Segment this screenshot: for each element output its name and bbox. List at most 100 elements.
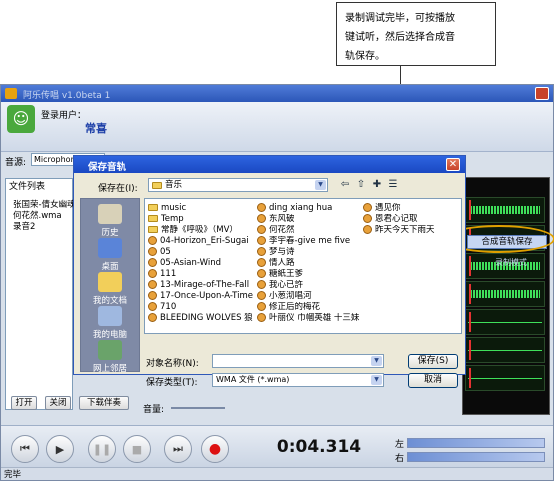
audio-file-icon	[257, 247, 266, 256]
file-item-name: 李宇春-give me five	[269, 236, 351, 246]
file-item-name: 昨天今天下雨天	[375, 225, 435, 235]
cancel-button[interactable]: 取消	[408, 373, 458, 388]
save-track-dialog: 保存音轨 ✕ 保存在(I): 音乐 ▼ ⇦ ⇧ ✚ ☰ 历史 桌面 我的文档 我…	[73, 155, 466, 388]
window-title: 阿乐传唱 v1.0beta 1	[23, 91, 111, 101]
main-toolbar: ☺ 登录用户： 常喜	[1, 102, 553, 152]
place-my-computer[interactable]: 我的电脑	[82, 306, 138, 340]
file-item[interactable]: 糖紙王爹	[257, 269, 362, 280]
file-item[interactable]: 05-Asian-Wind	[148, 258, 253, 269]
audio-file-icon	[257, 203, 266, 212]
file-item[interactable]: music	[148, 203, 253, 214]
audio-file-icon	[257, 280, 266, 289]
new-folder-icon[interactable]: ✚	[370, 179, 384, 191]
audio-file-icon	[257, 291, 266, 300]
file-item[interactable]: 04-Horizon_Eri-Sugai	[148, 236, 253, 247]
pause-button[interactable]: ❚❚	[88, 435, 116, 463]
play-button[interactable]: ▶	[46, 435, 74, 463]
chevron-down-icon: ▼	[371, 356, 382, 366]
download-accompaniment-button[interactable]: 下载伴奏	[79, 396, 129, 410]
file-item[interactable]: ding xiang hua	[257, 203, 362, 214]
back-icon[interactable]: ⇦	[338, 179, 352, 191]
filetype-select[interactable]: WMA 文件 (*.wma) ▼	[212, 373, 384, 387]
window-close-button[interactable]	[535, 87, 549, 100]
audio-file-icon	[363, 203, 372, 212]
file-item[interactable]: 遇见你	[363, 203, 459, 214]
record-button[interactable]: ●	[201, 435, 229, 463]
file-item-name: Temp	[161, 214, 184, 224]
file-item[interactable]: 情人路	[257, 258, 362, 269]
chevron-down-icon: ▼	[371, 375, 382, 385]
audio-file-icon	[148, 236, 157, 245]
volume-slider[interactable]	[171, 407, 225, 409]
place-history[interactable]: 历史	[82, 204, 138, 238]
file-list-item[interactable]: 录音2	[13, 220, 73, 232]
place-desktop[interactable]: 桌面	[82, 238, 138, 272]
file-item[interactable]: 我心已許	[257, 280, 362, 291]
file-item[interactable]: 昨天今天下雨天	[363, 225, 459, 236]
file-column: ding xiang hua 东风破 何花然 李宇春-give me five 梦与诗情…	[257, 203, 362, 324]
audio-file-icon	[148, 280, 157, 289]
file-item-name: ding xiang hua	[269, 203, 333, 213]
file-item[interactable]: Temp	[148, 214, 253, 225]
file-item[interactable]: 常静《呼吸》（MV）	[148, 225, 253, 236]
file-item-name: 叶丽仪 巾幗英雄 十三妹	[269, 313, 360, 323]
file-item-name: 05-Asian-Wind	[160, 258, 221, 268]
audio-file-icon	[257, 313, 266, 322]
status-bar: 完毕	[1, 467, 553, 480]
file-item[interactable]: 修正后的梅花	[257, 302, 362, 313]
app-icon	[5, 88, 17, 99]
callout-pointer	[400, 66, 401, 86]
dialog-close-button[interactable]: ✕	[446, 158, 460, 171]
audio-track[interactable]	[465, 197, 545, 223]
view-menu-icon[interactable]: ☰	[386, 179, 400, 191]
file-item[interactable]: 李宇春-give me five	[257, 236, 362, 247]
filename-label: 对象名称(N):	[146, 359, 199, 369]
audio-file-icon	[257, 236, 266, 245]
left-level-meter	[407, 438, 545, 448]
close-file-button[interactable]: 关闭	[45, 396, 71, 410]
file-item[interactable]: 13-Mirage-of-The-Fall	[148, 280, 253, 291]
skip-back-button[interactable]: ⏮	[11, 435, 39, 463]
file-item[interactable]: BLEEDING WOLVES 狼	[148, 313, 253, 324]
file-item-name: 遇见你	[375, 203, 401, 213]
up-folder-icon[interactable]: ⇧	[354, 179, 368, 191]
file-item[interactable]: 恩君心记取	[363, 214, 459, 225]
filename-input[interactable]: ▼	[212, 354, 384, 368]
place-network[interactable]: 网上邻居	[82, 340, 138, 374]
audio-track[interactable]	[465, 281, 545, 307]
place-my-documents[interactable]: 我的文档	[82, 272, 138, 306]
file-item[interactable]: 710	[148, 302, 253, 313]
file-item[interactable]: 何花然	[257, 225, 362, 236]
file-item[interactable]: 梦与诗	[257, 247, 362, 258]
file-column: 遇见你 恩君心记取 昨天今天下雨天	[363, 203, 459, 236]
file-item-name: 何花然	[269, 225, 295, 235]
audio-file-icon	[257, 302, 266, 311]
file-item[interactable]: 小葱沏唱河	[257, 291, 362, 302]
file-item[interactable]: 东风破	[257, 214, 362, 225]
stop-button[interactable]: ■	[123, 435, 151, 463]
callout-line-3: 轨保存。	[345, 51, 385, 62]
record-mode-tab[interactable]: 录制模式	[479, 257, 543, 267]
file-item[interactable]: 111	[148, 269, 253, 280]
folder-icon	[152, 182, 162, 189]
save-in-select[interactable]: 音乐 ▼	[148, 178, 328, 192]
open-button[interactable]: 打开	[11, 396, 37, 410]
dialog-title: 保存音轨	[88, 162, 127, 173]
file-item-name: 13-Mirage-of-The-Fall	[160, 280, 250, 290]
audio-track[interactable]	[465, 337, 545, 363]
file-item[interactable]: 叶丽仪 巾幗英雄 十三妹	[257, 313, 362, 324]
file-item[interactable]: 05	[148, 247, 253, 258]
audio-file-icon	[148, 291, 157, 300]
audio-track[interactable]	[465, 365, 545, 391]
file-item-name: BLEEDING WOLVES 狼	[160, 313, 253, 323]
audio-track[interactable]	[465, 309, 545, 335]
time-display: 0:04.314	[276, 437, 362, 457]
save-button[interactable]: 保存(S)	[408, 354, 458, 369]
audio-file-icon	[257, 214, 266, 223]
skip-forward-button[interactable]: ⏭	[164, 435, 192, 463]
file-item[interactable]: 17-Once-Upon-A-Time	[148, 291, 253, 302]
title-bar: 阿乐传唱 v1.0beta 1	[1, 85, 553, 102]
file-item-name: 情人路	[269, 258, 295, 268]
callout-line-2: 键试听，然后选择合成音	[345, 32, 455, 43]
file-item-name: 我心已許	[269, 280, 304, 290]
